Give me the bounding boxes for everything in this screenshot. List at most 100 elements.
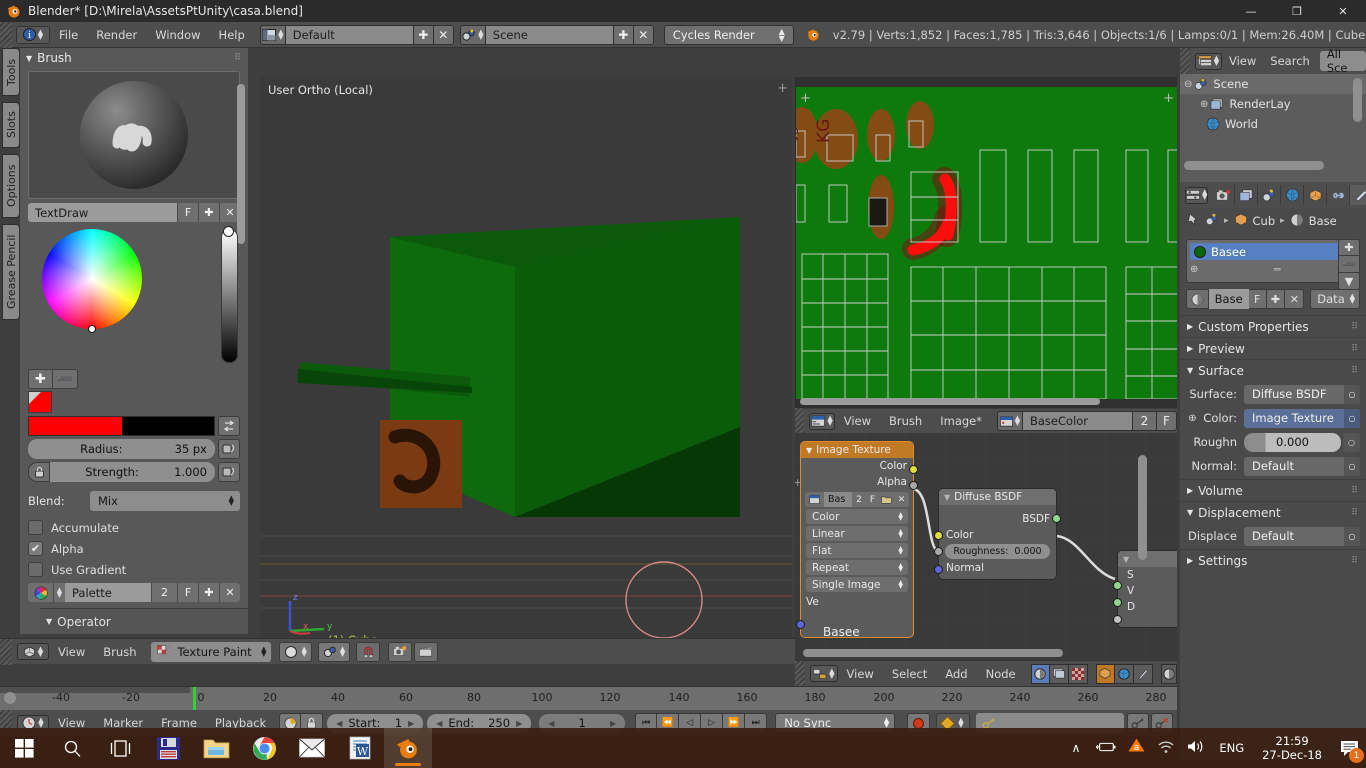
material-slot-list[interactable]: Basee ⊕ ═ <box>1186 239 1360 283</box>
tab-render[interactable] <box>1212 185 1236 205</box>
material-name-field[interactable]: Base <box>1208 289 1249 309</box>
brush-fake-user-button[interactable]: F <box>177 203 198 222</box>
uv-image-canvas[interactable]: KG Vo + + <box>796 87 1177 400</box>
increment-icon[interactable]: ▶ <box>516 719 522 728</box>
roughness-socket-icon[interactable]: ○ <box>1343 432 1360 452</box>
clock[interactable]: 21:59 27-Dec-18 <box>1252 734 1332 762</box>
node-menu-node[interactable]: Node <box>977 661 1025 687</box>
material-add-button[interactable]: ✚ <box>1266 289 1286 309</box>
increment-icon[interactable]: ▶ <box>408 719 414 728</box>
shader-from-world-button[interactable] <box>1114 663 1134 684</box>
tab-constraints[interactable] <box>1327 185 1351 205</box>
image-menu-brush[interactable]: Brush <box>880 408 931 434</box>
material-slot-add-button[interactable]: ✚ <box>1338 239 1360 256</box>
node-image-name[interactable]: Bas <box>824 492 852 507</box>
toolshelf-scrollbar[interactable] <box>237 84 245 244</box>
outliner-display-mode[interactable]: All Sce <box>1319 47 1366 75</box>
accumulate-checkbox[interactable] <box>28 520 43 535</box>
node-image-unlink[interactable]: ✕ <box>894 492 909 507</box>
language-indicator[interactable]: ENG <box>1211 741 1252 755</box>
uv-image-editor[interactable]: KG Vo + + <box>795 77 1177 408</box>
color-expand-icon[interactable]: ⊕ <box>1186 413 1199 424</box>
tray-chevron-icon[interactable]: ∧ <box>1062 741 1091 755</box>
outliner-item-renderlayers[interactable]: ⊕ RenderLay <box>1180 94 1366 114</box>
palette-spin-icon[interactable]: ▲ ▼ <box>53 583 65 602</box>
accumulate-row[interactable]: Accumulate <box>28 520 240 535</box>
color-add-button[interactable]: ✚ <box>28 369 53 389</box>
socket-color-out[interactable] <box>909 465 918 474</box>
avast-icon[interactable]: a <box>1122 738 1151 758</box>
collapse-icon[interactable]: ⊖ <box>1184 79 1192 90</box>
chrome-icon[interactable] <box>240 728 288 768</box>
color-socket-icon[interactable]: ○ <box>1344 408 1360 428</box>
color-remove-button[interactable]: ➖ <box>53 369 78 389</box>
menu-file[interactable]: File <box>50 22 87 48</box>
color-gradient-bar[interactable] <box>28 416 215 436</box>
uv-horizontal-scrollbar[interactable] <box>800 398 1100 405</box>
scene-delete-button[interactable]: ✕ <box>633 24 654 45</box>
value-slider-knob[interactable] <box>223 226 234 237</box>
primary-color-swatch[interactable] <box>28 391 52 413</box>
menu-window[interactable]: Window <box>146 22 209 48</box>
brush-add-button[interactable]: ✚ <box>198 203 219 222</box>
pivot-point-dropdown[interactable]: ▲ ▼ <box>317 641 351 662</box>
alpha-checkbox[interactable]: ✔ <box>28 541 43 556</box>
palette-fake-user-button[interactable]: F <box>177 583 198 602</box>
material-link-dropdown[interactable]: Data ▲ ▼ <box>1310 289 1360 309</box>
word-icon[interactable]: W <box>336 728 384 768</box>
node-diffuse-bsdf[interactable]: ▼ Diffuse BSDF BSDF Color Roughness: 0.0… <box>934 488 1061 580</box>
viewport-menu-brush[interactable]: Brush <box>94 639 145 665</box>
viewport-menu-view[interactable]: View <box>49 639 94 665</box>
scene-add-button[interactable]: ✚ <box>613 24 634 45</box>
close-button[interactable]: ✕ <box>1320 0 1366 22</box>
render-engine-selector[interactable]: Cycles Render ▲ ▼ <box>663 24 794 45</box>
image-users-button[interactable]: 2 <box>1133 411 1157 431</box>
render-image-button[interactable] <box>388 641 413 662</box>
menu-render[interactable]: Render <box>87 22 146 48</box>
section-displacement[interactable]: ▼ Displacement ⠿ <box>1180 501 1366 523</box>
shader-type-world-button[interactable] <box>1049 663 1069 684</box>
tab-modifiers[interactable] <box>1350 185 1366 205</box>
tab-world[interactable] <box>1281 185 1305 205</box>
file-explorer-icon[interactable] <box>192 728 240 768</box>
uv-toolshelf-toggle-right[interactable]: + <box>1163 91 1174 106</box>
shader-from-object-button[interactable] <box>1095 663 1115 684</box>
screen-layout-add-button[interactable]: ✚ <box>413 24 434 45</box>
save-app-icon[interactable] <box>144 728 192 768</box>
radius-pressure-button[interactable] <box>218 439 240 459</box>
socket-surface-in[interactable] <box>1113 581 1122 590</box>
node-menu-view[interactable]: View <box>838 661 883 687</box>
viewport-shading-dropdown[interactable]: ▲ ▼ <box>279 641 312 662</box>
node-diffuse-bsdf-header[interactable]: ▼ Diffuse BSDF <box>939 489 1056 505</box>
playhead[interactable] <box>193 687 196 710</box>
tab-grease-pencil[interactable]: Grease Pencil <box>2 224 20 320</box>
image-editor-type-selector[interactable]: ▲ ▼ <box>809 412 835 430</box>
search-icon[interactable] <box>48 728 96 768</box>
section-surface[interactable]: ▼ Surface ⠿ <box>1180 359 1366 381</box>
wifi-icon[interactable] <box>1151 740 1181 757</box>
volume-icon[interactable] <box>1181 739 1211 757</box>
notifications-icon[interactable]: 1 <box>1332 728 1366 768</box>
material-datablock-icon[interactable] <box>1186 289 1209 309</box>
tab-scene[interactable] <box>1258 185 1282 205</box>
strength-pressure-button[interactable] <box>218 462 240 482</box>
tab-options[interactable]: Options <box>2 154 20 218</box>
roughness-value[interactable]: 0.000 <box>1244 432 1341 452</box>
screen-layout-delete-button[interactable]: ✕ <box>433 24 454 45</box>
shader-type-material-button[interactable] <box>1030 663 1050 684</box>
node-roughness-slider[interactable]: Roughness: 0.000 <box>945 544 1050 559</box>
normal-socket-icon[interactable]: ○ <box>1344 456 1360 476</box>
section-preview[interactable]: ▶ Preview ⠿ <box>1180 337 1366 359</box>
decrement-icon[interactable]: ◀ <box>436 719 442 728</box>
task-view-icon[interactable] <box>96 728 144 768</box>
socket-normal-in[interactable] <box>934 565 943 574</box>
properties-editor-type-selector[interactable]: ▲ ▼ <box>1185 186 1209 204</box>
image-datablock-icon[interactable]: ▲ ▼ <box>997 411 1023 431</box>
node-color-space-select[interactable]: Color ▲ ▼ <box>806 509 908 524</box>
node-image-icon[interactable] <box>805 492 824 507</box>
breadcrumb-object-label[interactable]: Cub <box>1253 214 1276 228</box>
node-material-output[interactable]: ▼ S V D <box>1113 550 1177 628</box>
decrement-icon[interactable]: ◀ <box>336 719 342 728</box>
outliner-menu-search[interactable]: Search <box>1263 48 1317 74</box>
node-image-fake-user[interactable]: F <box>866 492 879 507</box>
